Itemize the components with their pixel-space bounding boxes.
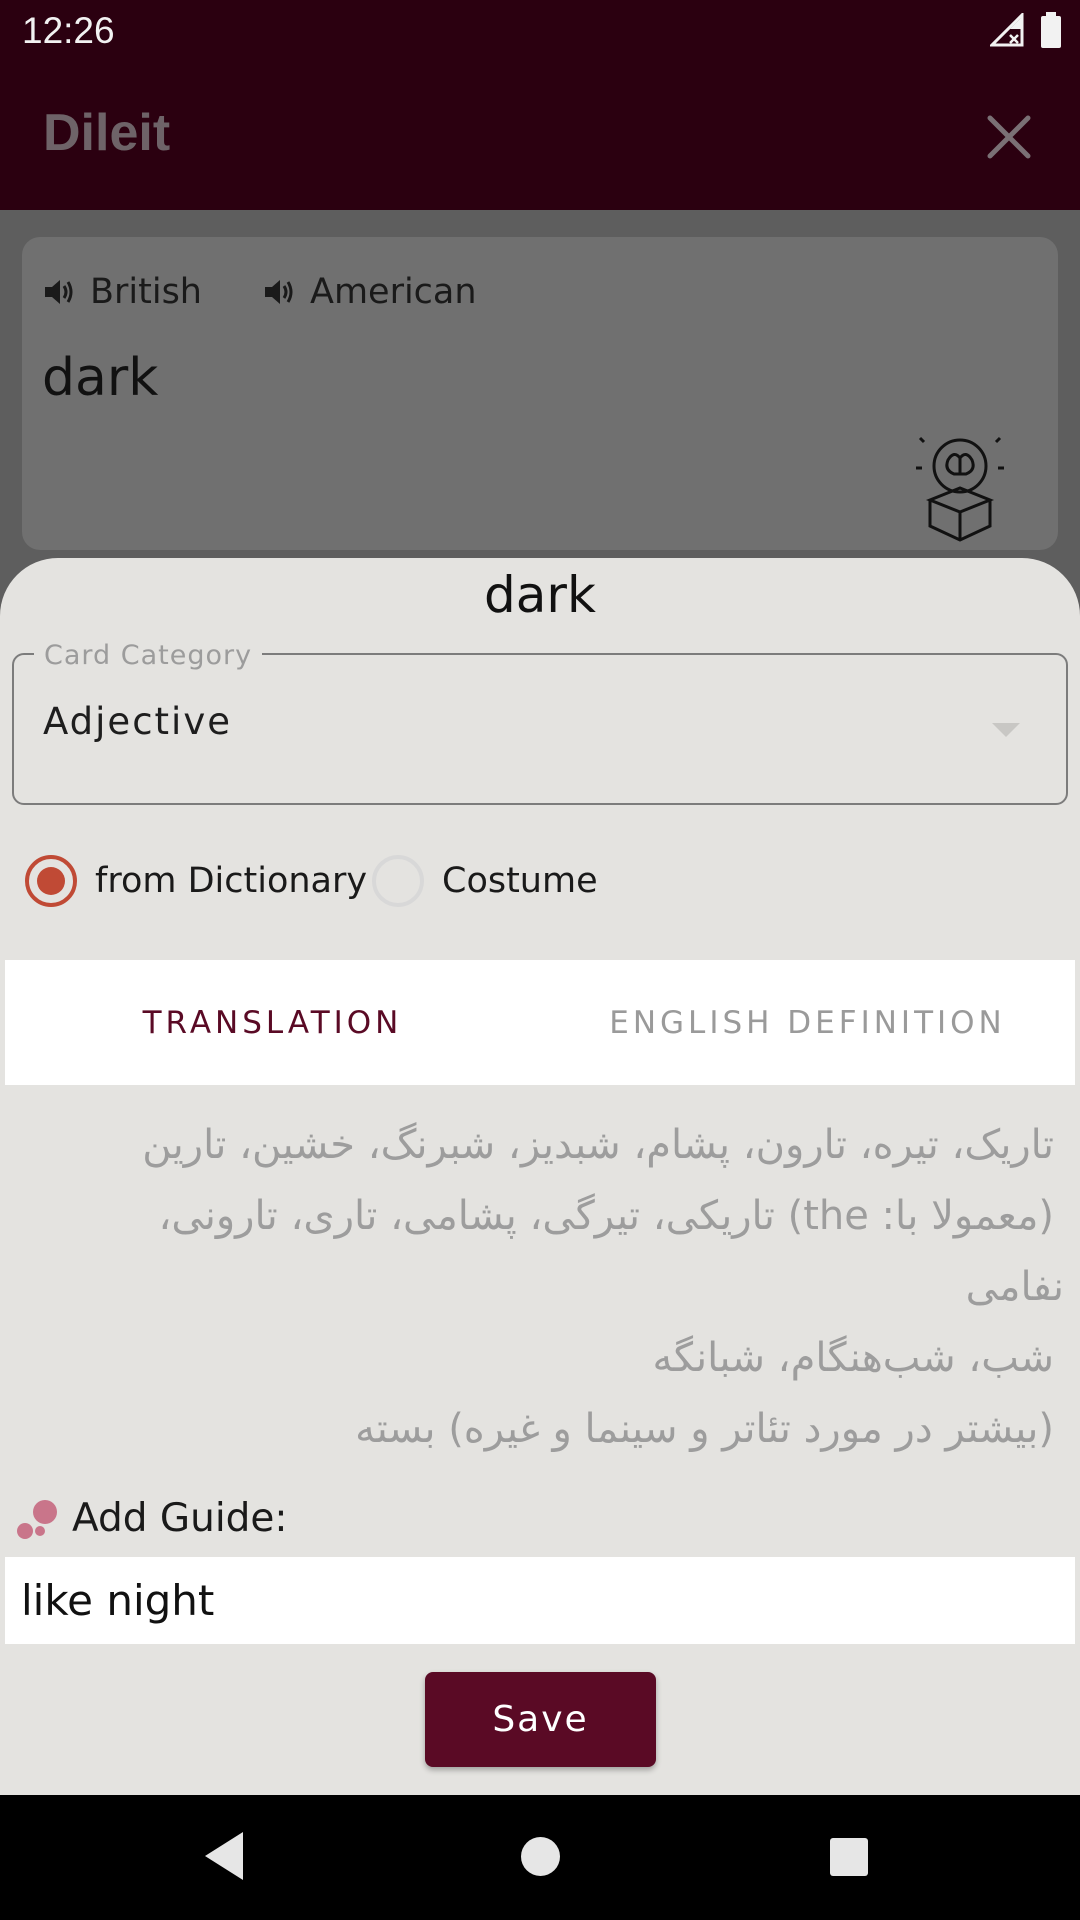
battery-icon — [1041, 12, 1061, 48]
guide-label: Add Guide: — [72, 1496, 288, 1541]
back-icon[interactable] — [205, 1832, 243, 1880]
pronunciation-row: British American — [42, 272, 477, 312]
status-time: 12:26 — [22, 10, 115, 51]
translation-line: شب، شب‌هنگام، شبانگه — [652, 1335, 1054, 1381]
speaker-icon — [45, 280, 73, 304]
pronounce-british-label: British — [90, 272, 202, 312]
brain-box-icon[interactable] — [910, 428, 1010, 543]
recents-icon[interactable] — [830, 1838, 868, 1876]
radio-from-dictionary-label: from Dictionary — [95, 861, 368, 901]
status-bar: 12:26 — [0, 0, 1080, 63]
card-category-label: Card Category — [34, 640, 263, 671]
translation-text: تاریک، تیره، تارون، پشام، شبدیز، شبرنگ، … — [24, 1110, 1064, 1465]
radio-checked-icon[interactable] — [25, 855, 77, 907]
close-icon[interactable] — [980, 108, 1038, 166]
translation-line: تاریک، تیره، تارون، پشام، شبدیز، شبرنگ، … — [142, 1122, 1054, 1168]
radio-from-dictionary[interactable]: from Dictionary — [25, 855, 367, 907]
home-icon[interactable] — [521, 1837, 560, 1876]
radio-unchecked-icon[interactable] — [372, 855, 424, 907]
tab-bar: TRANSLATION ENGLISH DEFINITION — [5, 960, 1075, 1085]
pronounce-american-button[interactable]: American — [262, 272, 477, 312]
app-bar: Dileit — [0, 63, 1080, 210]
radio-costume-label: Costume — [442, 861, 598, 901]
translation-line: نفامی — [965, 1264, 1064, 1310]
save-button[interactable]: Save — [425, 1672, 656, 1767]
bubbles-icon — [17, 1499, 57, 1539]
speaker-icon — [265, 280, 293, 304]
tab-english-definition[interactable]: ENGLISH DEFINITION — [540, 960, 1075, 1085]
translation-line: (بیشتر در مورد تئاتر و سینما و غیره) بست… — [355, 1406, 1054, 1452]
pronounce-american-label: American — [310, 272, 477, 312]
pronounce-british-button[interactable]: British — [42, 272, 202, 312]
guide-input[interactable] — [5, 1557, 1075, 1644]
status-icons — [990, 12, 1062, 48]
card-category-value: Adjective — [43, 700, 232, 743]
guide-row: Add Guide: — [14, 1496, 288, 1541]
tab-translation[interactable]: TRANSLATION — [5, 960, 540, 1085]
dropdown-arrow-icon[interactable] — [992, 723, 1020, 737]
app-title: Dileit — [43, 104, 171, 162]
sheet-title: dark — [484, 566, 596, 624]
translation-line: (معمولا با: the) تاریکی، تیرگی، پشامی، ت… — [158, 1193, 1054, 1239]
card-word: dark — [42, 348, 159, 408]
radio-costume[interactable]: Costume — [372, 855, 598, 907]
signal-icon — [990, 13, 1024, 47]
